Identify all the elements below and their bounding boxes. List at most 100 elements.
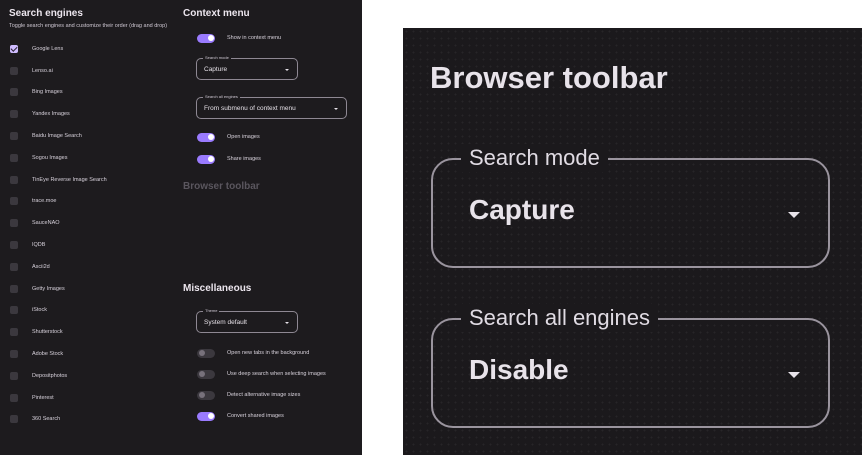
engine-label: Ascii2d	[32, 263, 50, 270]
engine-label: Bing Images	[32, 89, 63, 96]
engine-checkbox[interactable]	[10, 219, 18, 228]
list-item[interactable]: TinEye Reverse Image Search	[9, 169, 174, 191]
engine-checkbox[interactable]	[10, 284, 18, 293]
theme-value: System default	[204, 318, 247, 326]
misc-toggle-label: Open new tabs in the background	[227, 350, 310, 356]
engine-label: 360 Search	[32, 416, 61, 423]
engine-checkbox[interactable]	[10, 153, 18, 162]
engine-label: SauceNAO	[32, 220, 60, 227]
dropdown-arrow-icon	[788, 212, 800, 218]
list-item[interactable]: Adobe Stock	[9, 343, 174, 365]
engine-checkbox[interactable]	[10, 66, 18, 75]
share-images-row[interactable]: Share images	[183, 153, 358, 165]
zoom-search-mode-select[interactable]: Search mode Capture	[431, 144, 830, 268]
misc-toggle[interactable]	[197, 390, 215, 400]
list-item[interactable]: Google Lens	[9, 38, 174, 60]
engine-label: Baidu Image Search	[32, 133, 82, 140]
misc-toggle-label: Use deep search when selecting images	[227, 371, 326, 377]
search-all-engines-value: From submenu of context menu	[204, 104, 296, 112]
zoom-search-mode-legend: Search mode	[461, 144, 608, 172]
engine-label: Google Lens	[32, 45, 64, 52]
theme-select[interactable]: Theme System default	[196, 308, 298, 333]
context-menu-title: Context menu	[183, 8, 250, 19]
list-item[interactable]: Pinterest	[9, 387, 174, 409]
misc-toggle-label: Detect alternative image sizes	[227, 392, 301, 398]
list-item[interactable]: Sogou Images	[9, 147, 174, 169]
list-item[interactable]: trace.moe	[9, 191, 174, 213]
list-item[interactable]: iStock	[9, 300, 174, 322]
misc-toggle-row[interactable]: Open new tabs in the background	[183, 347, 358, 359]
list-item[interactable]: IQDB	[9, 234, 174, 256]
search-engines-title: Search engines	[9, 8, 83, 19]
engine-label: IQDB	[32, 242, 46, 249]
engine-checkbox[interactable]	[10, 328, 18, 337]
show-in-context-menu-toggle[interactable]	[197, 33, 215, 43]
share-images-toggle[interactable]	[197, 154, 215, 164]
settings-panel: Search engines Toggle search engines and…	[0, 0, 362, 455]
misc-toggle-row[interactable]: Use deep search when selecting images	[183, 368, 358, 380]
list-item[interactable]: Baidu Image Search	[9, 125, 174, 147]
engine-label: Shutterstock	[32, 329, 63, 336]
engine-checkbox[interactable]	[10, 132, 18, 141]
search-all-engines-legend: Search all engines	[203, 94, 240, 100]
engine-checkbox[interactable]	[10, 262, 18, 271]
engine-list: Google Lens Lenso.ai Bing Images Yandex Ima…	[9, 38, 174, 430]
engine-checkbox[interactable]	[10, 350, 18, 359]
engine-checkbox[interactable]	[10, 88, 18, 97]
list-item[interactable]: Getty Images	[9, 278, 174, 300]
misc-toggle-list: Open new tabs in the background Use deep …	[183, 347, 358, 422]
engine-label: Sogou Images	[32, 154, 68, 161]
dropdown-arrow-icon	[285, 69, 289, 71]
browser-toolbar-title: Browser toolbar	[183, 181, 260, 192]
misc-toggle[interactable]	[197, 348, 215, 358]
engine-checkbox[interactable]	[10, 393, 18, 402]
engine-checkbox[interactable]	[10, 110, 18, 119]
engine-label: Getty Images	[32, 285, 65, 292]
engine-label: iStock	[32, 307, 47, 314]
misc-toggle[interactable]	[197, 411, 215, 421]
show-in-context-menu-row[interactable]: Show in context menu	[183, 32, 358, 44]
zoom-search-all-engines-legend: Search all engines	[461, 304, 659, 332]
engine-label: Lenso.ai	[32, 67, 53, 74]
list-item[interactable]: SauceNAO	[9, 212, 174, 234]
show-in-context-menu-label: Show in context menu	[227, 35, 282, 41]
open-images-toggle[interactable]	[197, 132, 215, 142]
list-item[interactable]: Yandex Images	[9, 103, 174, 125]
search-all-engines-select[interactable]: Search all engines From submenu of conte…	[196, 94, 347, 119]
engine-checkbox[interactable]	[10, 306, 18, 315]
open-images-row[interactable]: Open images	[183, 131, 358, 143]
misc-toggle-label: Convert shared images	[227, 413, 284, 419]
engine-label: TinEye Reverse Image Search	[32, 176, 107, 183]
engine-checkbox[interactable]	[10, 371, 18, 380]
search-mode-value: Capture	[204, 65, 228, 73]
engine-checkbox[interactable]	[10, 415, 18, 424]
list-item[interactable]: 360 Search	[9, 409, 174, 431]
theme-legend: Theme	[203, 308, 220, 314]
zoomed-browser-toolbar: Browser toolbar Search mode Capture Sear…	[403, 28, 862, 455]
engine-checkbox[interactable]	[10, 175, 18, 184]
share-images-label: Share images	[227, 156, 261, 162]
zoom-search-mode-value: Capture	[469, 194, 575, 225]
misc-toggle-row[interactable]: Convert shared images	[183, 410, 358, 422]
misc-toggle-row[interactable]: Detect alternative image sizes	[183, 389, 358, 401]
context-menu-section: Context menu Show in context menu Search…	[183, 6, 358, 431]
engine-checkbox[interactable]	[10, 241, 18, 250]
zoom-search-all-engines-select[interactable]: Search all engines Disable	[431, 304, 830, 428]
miscellaneous-title: Miscellaneous	[183, 283, 252, 294]
engine-label: Pinterest	[32, 394, 54, 401]
engine-checkbox[interactable]	[10, 44, 18, 53]
list-item[interactable]: Bing Images	[9, 82, 174, 104]
list-item[interactable]: Shutterstock	[9, 321, 174, 343]
zoom-title: Browser toolbar	[430, 60, 668, 95]
dropdown-arrow-icon	[788, 372, 800, 378]
engine-label: trace.moe	[32, 198, 57, 205]
misc-toggle[interactable]	[197, 369, 215, 379]
search-engines-section: Search engines Toggle search engines and…	[9, 6, 174, 430]
engine-label: Depositphotos	[32, 372, 68, 379]
list-item[interactable]: Ascii2d	[9, 256, 174, 278]
list-item[interactable]: Depositphotos	[9, 365, 174, 387]
search-mode-select[interactable]: Search mode Capture	[196, 55, 298, 80]
engine-label: Yandex Images	[32, 111, 70, 118]
engine-checkbox[interactable]	[10, 197, 18, 206]
list-item[interactable]: Lenso.ai	[9, 60, 174, 82]
